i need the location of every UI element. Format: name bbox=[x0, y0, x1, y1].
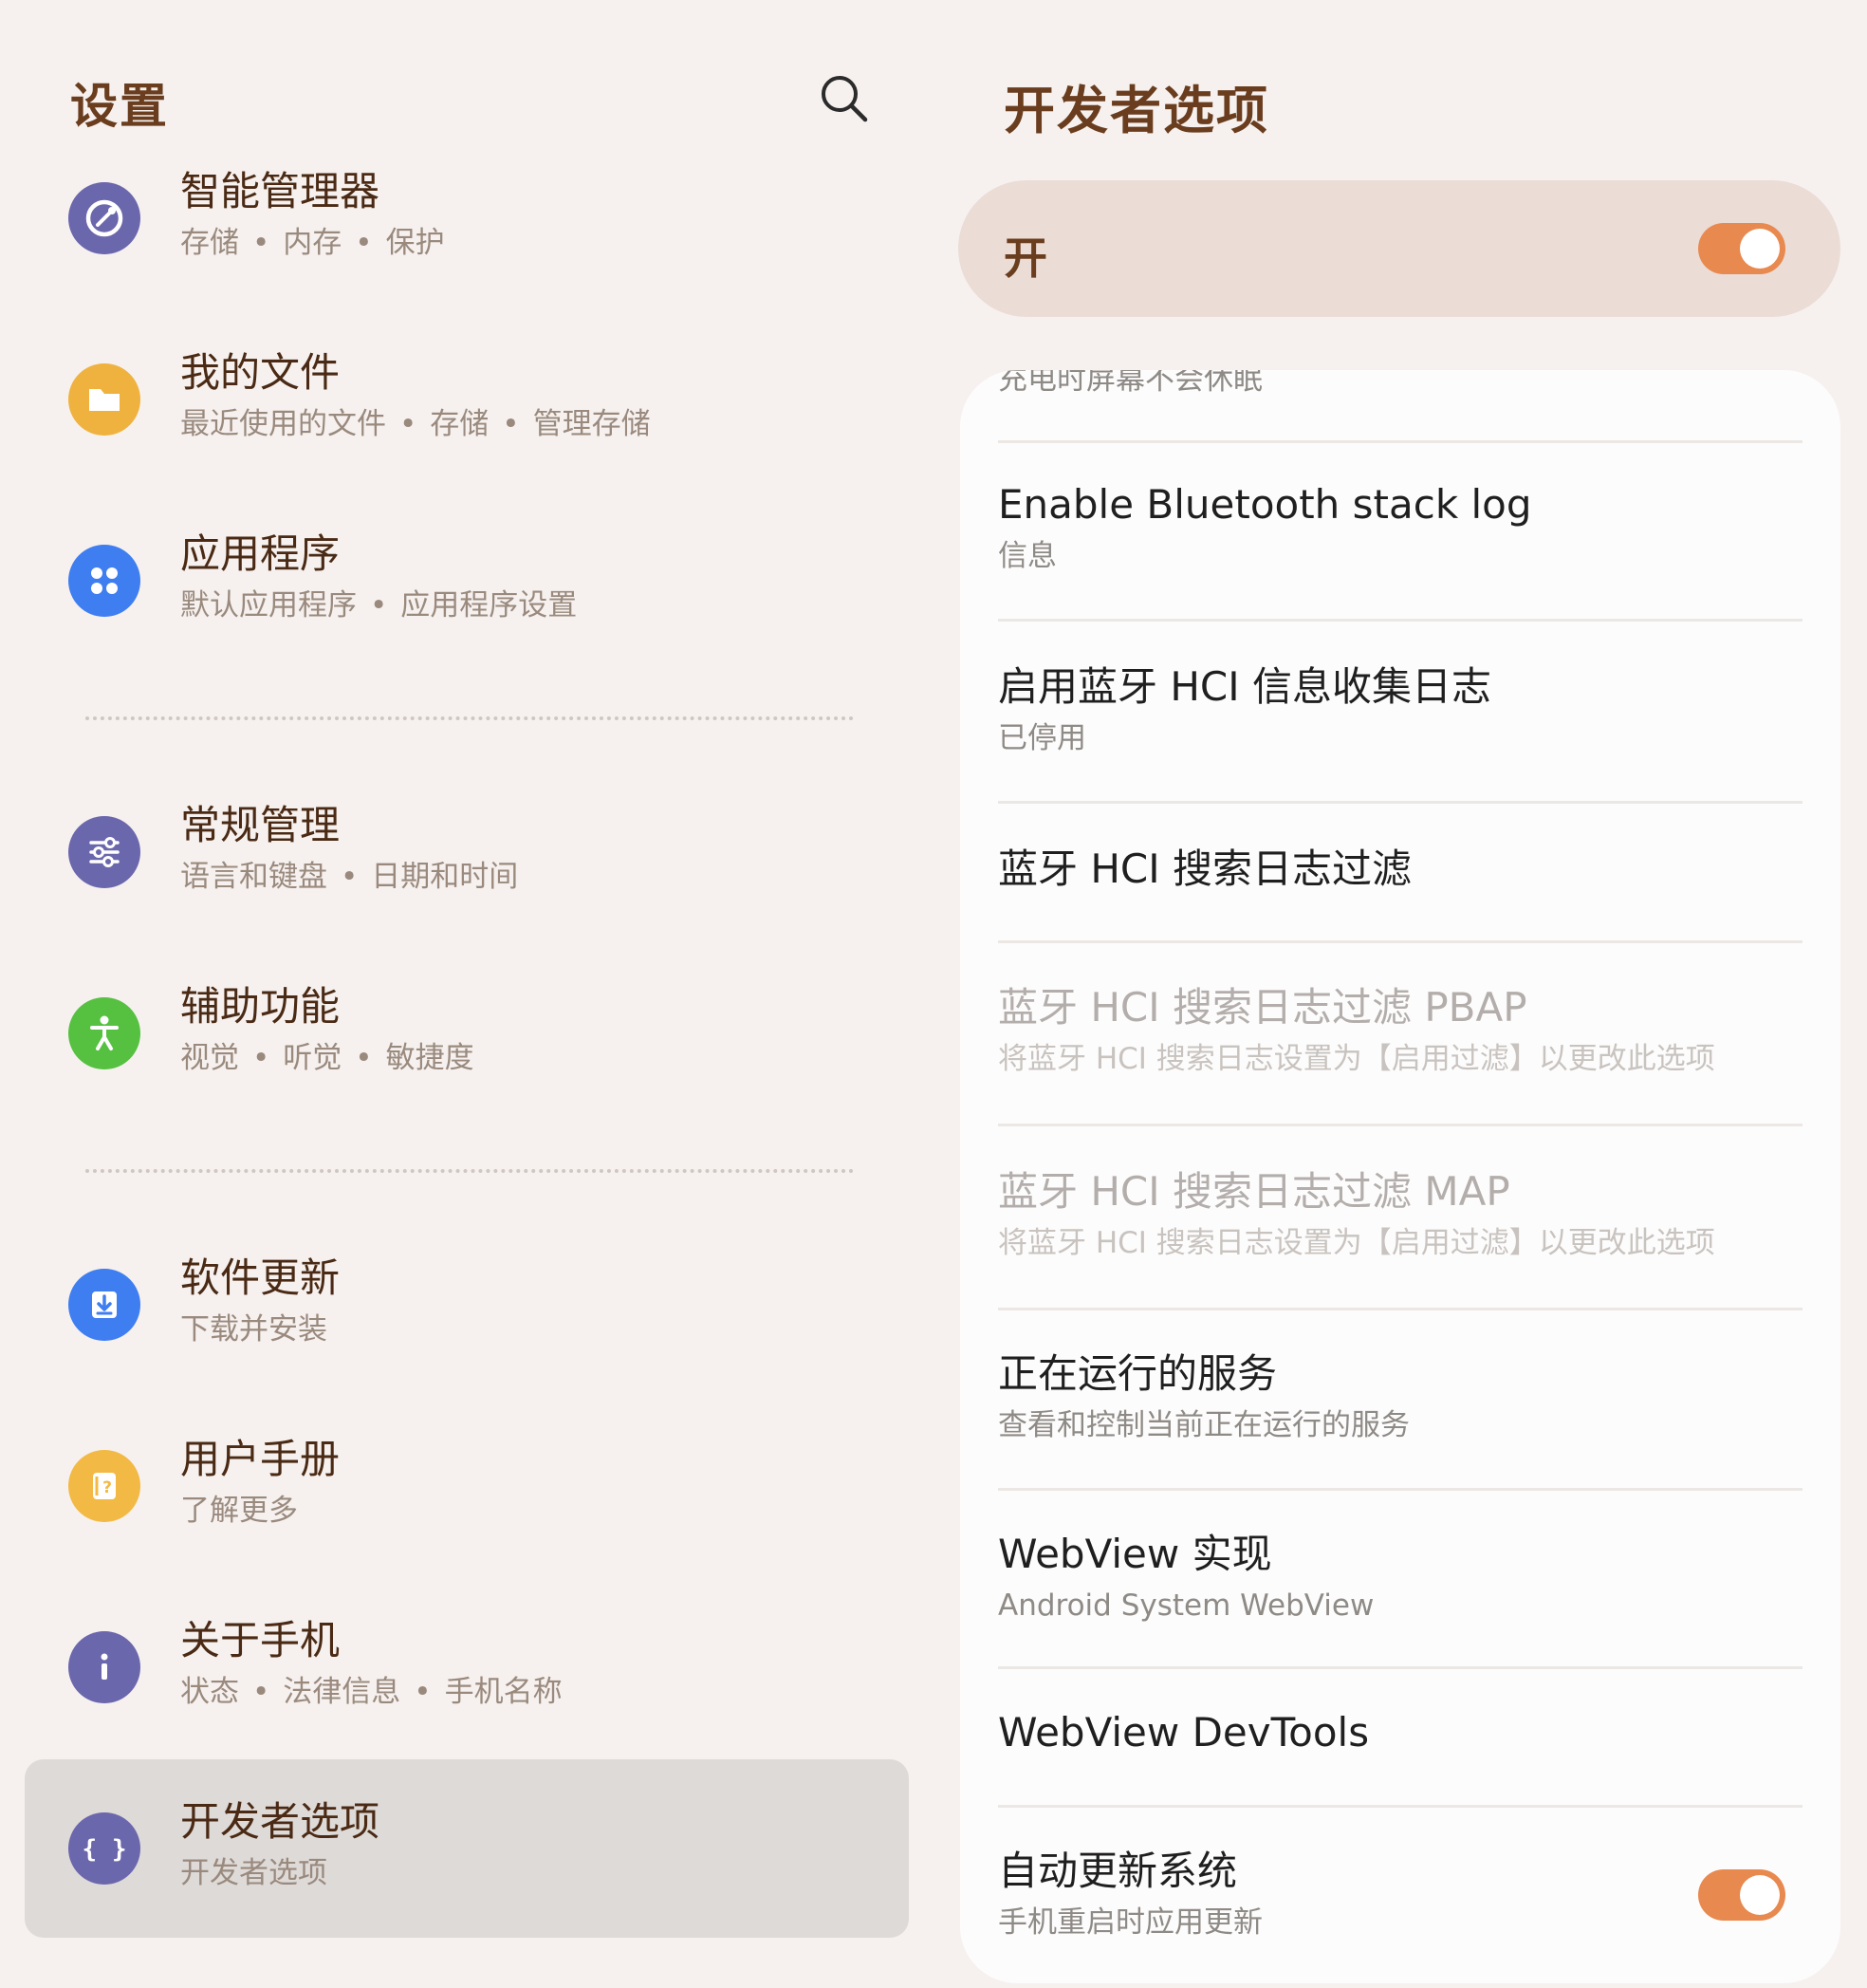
menu-item-title: 应用程序 bbox=[180, 530, 341, 577]
menu-item-subtitle: 存储 • 内存 • 保护 bbox=[180, 226, 445, 260]
row-separator bbox=[998, 440, 1802, 443]
row-separator bbox=[998, 619, 1802, 622]
row-separator bbox=[998, 1805, 1802, 1808]
option-title: 蓝牙 HCI 搜索日志过滤 bbox=[998, 845, 1412, 892]
menu-item-title: 辅助功能 bbox=[180, 983, 341, 1030]
option-row-auto-system-update[interactable]: 自动更新系统 手机重启时应用更新 bbox=[998, 1847, 1814, 1942]
option-row-webview-implementation[interactable]: WebView 实现 Android System WebView bbox=[998, 1530, 1814, 1625]
menu-item-device-care[interactable]: 智能管理器 存储 • 内存 • 保护 bbox=[25, 129, 909, 307]
toggle-knob bbox=[1740, 229, 1780, 269]
option-title: WebView DevTools bbox=[998, 1709, 1370, 1756]
search-icon bbox=[822, 76, 868, 122]
menu-item-about-phone[interactable]: 关于手机 状态 • 法律信息 • 手机名称 bbox=[25, 1578, 909, 1756]
auto-update-toggle[interactable] bbox=[1698, 1869, 1785, 1921]
option-row-bluetooth-stack-log[interactable]: Enable Bluetooth stack log 信息 bbox=[998, 480, 1814, 575]
menu-item-title: 关于手机 bbox=[180, 1617, 341, 1663]
menu-item-developer-options[interactable]: { } 开发者选项 开发者选项 bbox=[25, 1759, 909, 1938]
manual-icon: ? bbox=[68, 1450, 140, 1522]
option-title: 自动更新系统 bbox=[998, 1848, 1238, 1894]
menu-item-subtitle: 语言和键盘 • 日期和时间 bbox=[180, 860, 519, 894]
option-subtitle: 手机重启时应用更新 bbox=[998, 1905, 1263, 1940]
developer-master-switch[interactable]: 开 bbox=[958, 180, 1840, 317]
menu-item-subtitle: 下载并安装 bbox=[180, 1312, 327, 1347]
master-switch-label: 开 bbox=[1004, 232, 1047, 284]
settings-panel: 设置 智能管理器 存储 • 内存 • 保护 我的文件 最近使用的文件 • 存储 … bbox=[0, 0, 934, 1988]
option-row-bluetooth-hci-log[interactable]: 启用蓝牙 HCI 信息收集日志 已停用 bbox=[998, 662, 1814, 757]
search-button[interactable] bbox=[818, 72, 871, 125]
svg-text:?: ? bbox=[102, 1478, 112, 1497]
sliders-icon bbox=[68, 816, 140, 888]
settings-title: 设置 bbox=[70, 79, 169, 134]
menu-item-my-files[interactable]: 我的文件 最近使用的文件 • 存储 • 管理存储 bbox=[25, 310, 909, 489]
folder-icon bbox=[68, 363, 140, 436]
svg-text:{ }: { } bbox=[83, 1835, 127, 1864]
menu-item-subtitle: 了解更多 bbox=[180, 1494, 298, 1528]
option-row-hci-filter-pbap: 蓝牙 HCI 搜索日志过滤 PBAP 将蓝牙 HCI 搜索日志设置为【启用过滤】… bbox=[998, 983, 1814, 1078]
row-separator bbox=[998, 801, 1802, 804]
section-divider bbox=[85, 1169, 854, 1173]
menu-item-general-management[interactable]: 常规管理 语言和键盘 • 日期和时间 bbox=[25, 763, 909, 941]
row-separator bbox=[998, 1666, 1802, 1669]
developer-options-title: 开发者选项 bbox=[1004, 81, 1269, 140]
menu-item-subtitle: 最近使用的文件 • 存储 • 管理存储 bbox=[180, 407, 651, 441]
menu-item-subtitle: 开发者选项 bbox=[180, 1856, 327, 1890]
info-icon bbox=[68, 1631, 140, 1703]
option-subtitle: 查看和控制当前正在运行的服务 bbox=[998, 1408, 1410, 1442]
row-separator bbox=[998, 1124, 1802, 1126]
master-toggle[interactable] bbox=[1698, 223, 1785, 274]
option-title: WebView 实现 bbox=[998, 1531, 1272, 1577]
accessibility-icon bbox=[68, 997, 140, 1069]
download-icon bbox=[68, 1269, 140, 1341]
menu-item-apps[interactable]: 应用程序 默认应用程序 • 应用程序设置 bbox=[25, 492, 909, 670]
menu-item-subtitle: 状态 • 法律信息 • 手机名称 bbox=[180, 1675, 563, 1709]
menu-item-title: 开发者选项 bbox=[180, 1798, 380, 1845]
menu-item-user-manual[interactable]: ? 用户手册 了解更多 bbox=[25, 1397, 909, 1575]
apps-icon bbox=[68, 545, 140, 617]
menu-item-title: 常规管理 bbox=[180, 802, 341, 848]
menu-item-title: 我的文件 bbox=[180, 349, 341, 396]
developer-options-list: 充电时屏幕不会休眠 Enable Bluetooth stack log 信息 … bbox=[960, 370, 1840, 1983]
menu-item-subtitle: 默认应用程序 • 应用程序设置 bbox=[180, 588, 578, 622]
option-subtitle: 信息 bbox=[998, 539, 1057, 573]
row-separator bbox=[998, 1488, 1802, 1491]
option-row-webview-devtools[interactable]: WebView DevTools bbox=[998, 1708, 1814, 1757]
menu-item-title: 用户手册 bbox=[180, 1436, 341, 1482]
option-row-hci-snoop-filter[interactable]: 蓝牙 HCI 搜索日志过滤 bbox=[998, 845, 1814, 894]
option-subtitle: 将蓝牙 HCI 搜索日志设置为【启用过滤】以更改此选项 bbox=[998, 1226, 1715, 1260]
section-divider bbox=[85, 716, 854, 720]
option-subtitle: 已停用 bbox=[998, 721, 1086, 755]
menu-item-title: 软件更新 bbox=[180, 1254, 341, 1301]
menu-item-subtitle: 视觉 • 听觉 • 敏捷度 bbox=[180, 1041, 474, 1075]
option-title: Enable Bluetooth stack log bbox=[998, 481, 1532, 528]
option-row-running-services[interactable]: 正在运行的服务 查看和控制当前正在运行的服务 bbox=[998, 1349, 1814, 1444]
option-title: 蓝牙 HCI 搜索日志过滤 PBAP bbox=[998, 984, 1527, 1031]
option-title: 启用蓝牙 HCI 信息收集日志 bbox=[998, 663, 1491, 710]
menu-item-software-update[interactable]: 软件更新 下载并安装 bbox=[25, 1216, 909, 1394]
toggle-knob bbox=[1740, 1875, 1780, 1915]
braces-icon: { } bbox=[68, 1812, 140, 1885]
clipped-row-subtitle: 充电时屏幕不会休眠 bbox=[998, 370, 1263, 397]
option-row-hci-filter-map: 蓝牙 HCI 搜索日志过滤 MAP 将蓝牙 HCI 搜索日志设置为【启用过滤】以… bbox=[998, 1167, 1814, 1262]
menu-item-accessibility[interactable]: 辅助功能 视觉 • 听觉 • 敏捷度 bbox=[25, 944, 909, 1123]
row-separator bbox=[998, 1308, 1802, 1310]
option-title: 正在运行的服务 bbox=[998, 1350, 1278, 1397]
device-care-icon bbox=[68, 182, 140, 254]
row-separator bbox=[998, 940, 1802, 943]
option-subtitle: 将蓝牙 HCI 搜索日志设置为【启用过滤】以更改此选项 bbox=[998, 1042, 1715, 1076]
option-subtitle: Android System WebView bbox=[998, 1589, 1375, 1623]
option-title: 蓝牙 HCI 搜索日志过滤 MAP bbox=[998, 1168, 1510, 1215]
menu-item-title: 智能管理器 bbox=[180, 168, 380, 214]
